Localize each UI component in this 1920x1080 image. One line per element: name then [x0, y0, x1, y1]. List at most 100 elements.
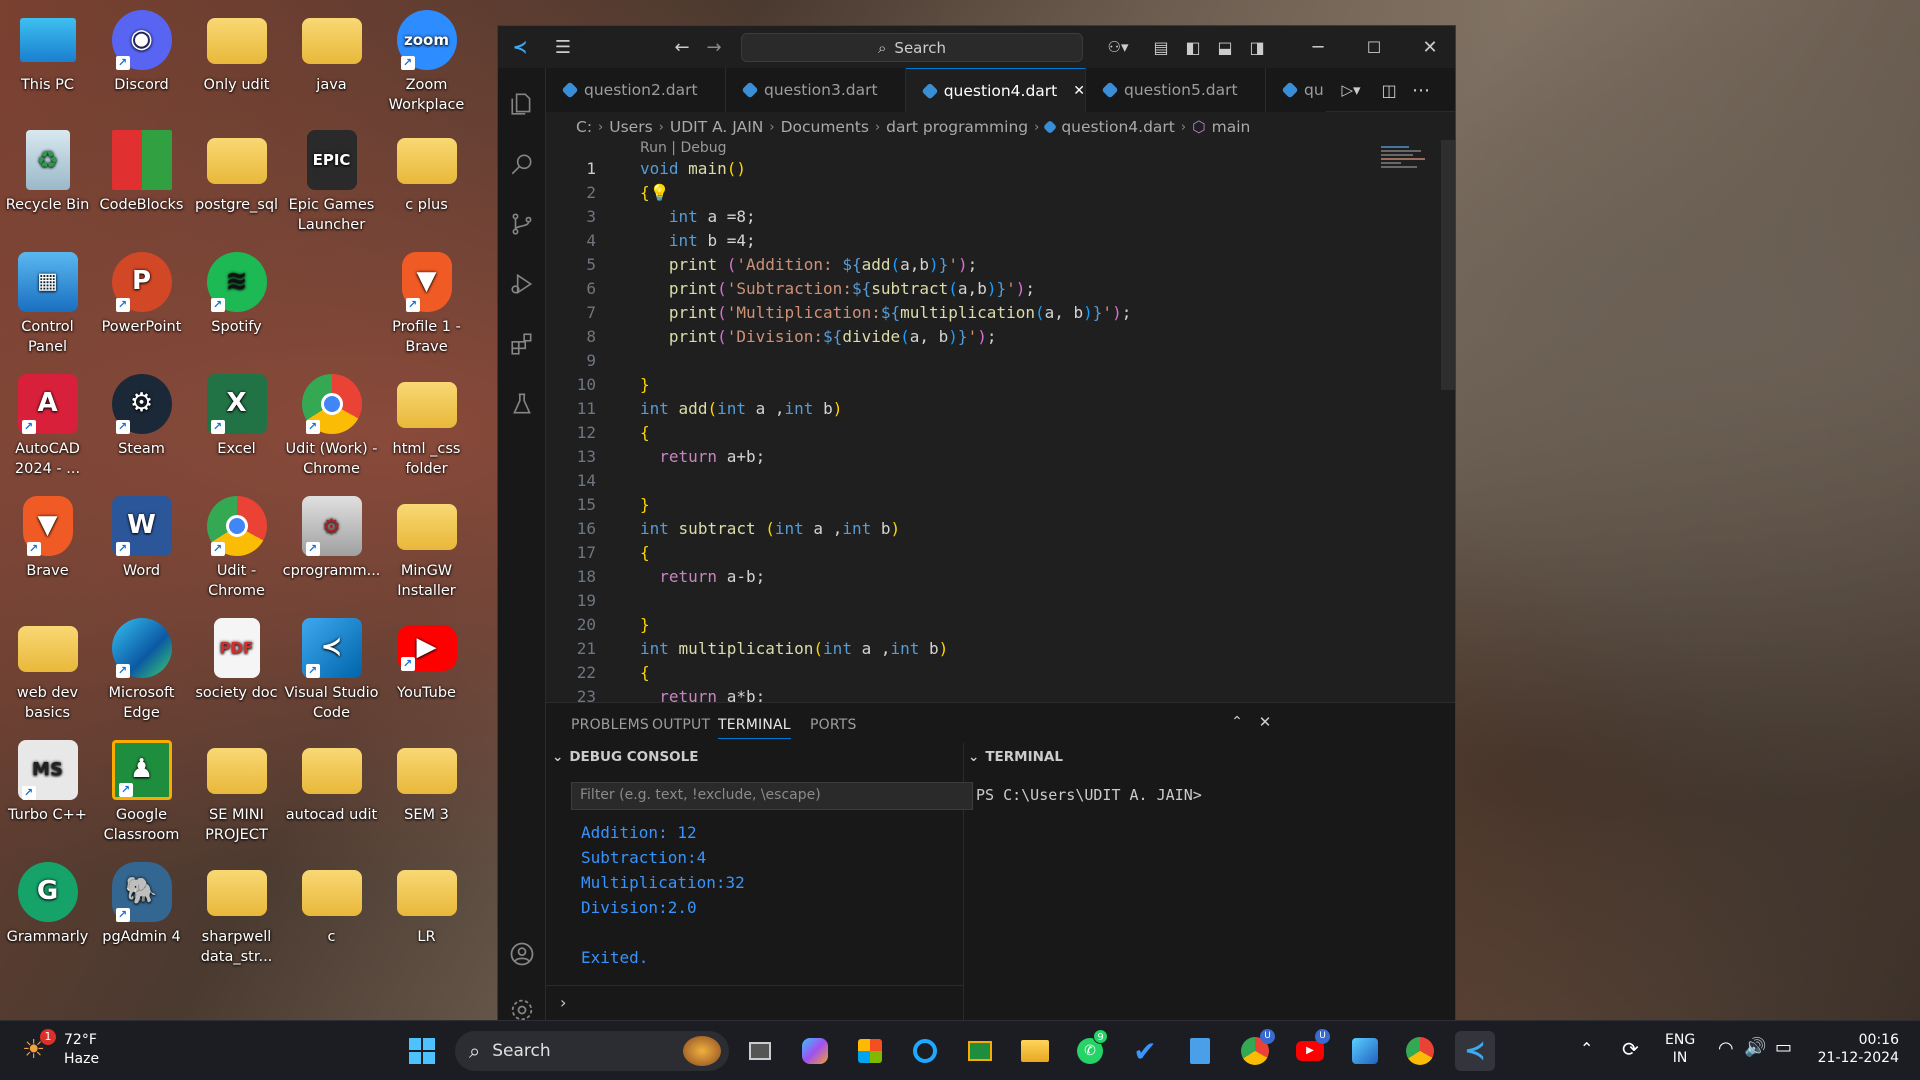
breadcrumb-item[interactable]: question4.dart	[1061, 118, 1175, 136]
weather-text[interactable]: 72°F Haze	[64, 1031, 99, 1069]
vscode-taskbar-icon[interactable]: ≺	[1455, 1031, 1495, 1071]
forward-arrow-icon[interactable]: →	[700, 34, 728, 60]
desktop-icon-mingw[interactable]: ⚙ ↗ cprogramm...	[283, 496, 380, 582]
chrome-taskbar-icon[interactable]: U	[1235, 1029, 1275, 1071]
tab-ports[interactable]: PORTS	[810, 717, 857, 733]
language-indicator[interactable]: ENG IN	[1665, 1031, 1695, 1067]
desktop-icon-epic-games[interactable]: EPIC Epic Games Launcher	[284, 130, 379, 235]
desktop-icon-brave[interactable]: ▼ ↗ Brave	[0, 496, 95, 582]
sync-icon[interactable]: ⟳	[1622, 1036, 1639, 1062]
command-search-box[interactable]: ⌕ Search	[741, 33, 1083, 62]
close-tab-icon[interactable]: ✕	[1073, 83, 1085, 99]
desktop-icon-cprogramming[interactable]: web dev basics web dev basics cprogramm.…	[379, 496, 474, 601]
extensions-icon[interactable]	[498, 320, 546, 368]
run-dropdown-icon[interactable]: ▷▾	[1331, 77, 1371, 103]
desktop-icon-youtube[interactable]: ▶ ↗ YouTube	[379, 618, 474, 704]
breadcrumb-item[interactable]: Users	[609, 118, 652, 136]
desktop-icon-c-plus[interactable]: c plus	[379, 130, 474, 216]
back-arrow-icon[interactable]: ←	[668, 34, 696, 60]
tab-question2[interactable]: question2.dart	[546, 68, 726, 112]
tab-question5[interactable]: question5.dart	[1086, 68, 1266, 112]
desktop-icon-google-classroom[interactable]: ♟ ↗ Google Classroom	[94, 740, 189, 845]
desktop-icon-web-dev-basics[interactable]: web dev basics	[0, 618, 95, 723]
terminal-header[interactable]: ⌄ TERMINAL	[968, 743, 1063, 771]
clock[interactable]: 00:16 21-12-2024	[1815, 1031, 1899, 1067]
desktop-icon-sem-3[interactable]: SEM 3	[379, 740, 474, 826]
desktop-icon-spotify[interactable]: ≋ ↗ Spotify	[189, 252, 284, 338]
desktop-icon-sharpwell[interactable]: sharpwell data_str...	[189, 862, 284, 967]
breadcrumb-item[interactable]: main	[1212, 118, 1251, 136]
desktop-icon-java[interactable]: java	[284, 10, 379, 96]
desktop-icon-c[interactable]: c	[284, 862, 379, 948]
desktop-icon-udit-chrome[interactable]: ↗ Udit - Chrome	[189, 496, 284, 601]
desktop-icon-udit-work-chrome[interactable]: ↗ Udit (Work) - Chrome	[284, 374, 379, 479]
close-window-icon[interactable]: ✕	[1410, 34, 1450, 60]
debug-console-filter-input[interactable]: Filter (e.g. text, !exclude, \escape)	[571, 782, 973, 810]
breadcrumb-item[interactable]: UDIT A. JAIN	[670, 118, 764, 136]
youtube-taskbar-icon[interactable]: ▶ U	[1290, 1029, 1330, 1071]
desktop-icon-autocad-udit[interactable]: autocad udit	[284, 740, 379, 826]
source-control-icon[interactable]	[498, 200, 546, 248]
desktop-icon-vscode[interactable]: ≺ ↗ Visual Studio Code	[284, 618, 379, 723]
desktop-icon-society-doc[interactable]: PDF society doc	[189, 618, 284, 704]
taskbar-search[interactable]: ⌕ Search	[455, 1031, 729, 1071]
more-actions-icon[interactable]: ⋯	[1408, 77, 1434, 103]
tab-problems[interactable]: PROBLEMS	[571, 717, 649, 733]
classroom-taskbar-icon[interactable]	[960, 1031, 1000, 1071]
explorer-icon[interactable]	[498, 80, 546, 128]
hamburger-menu-icon[interactable]: ☰	[548, 34, 578, 60]
breadcrumb-item[interactable]: Documents	[781, 118, 869, 136]
run-debug-icon[interactable]	[498, 260, 546, 308]
desktop-icon-edge[interactable]: ↗ Microsoft Edge	[94, 618, 189, 723]
desktop-icon-powerpoint[interactable]: P ↗ PowerPoint	[94, 252, 189, 338]
tab-output[interactable]: OUTPUT	[652, 717, 710, 733]
desktop-icon-recycle-bin[interactable]: ♻ Recycle Bin	[0, 130, 95, 216]
customize-layout-icon[interactable]: ▤	[1148, 34, 1174, 60]
codelens-run-debug[interactable]: Run | Debug	[640, 140, 727, 156]
maximize-icon[interactable]: ☐	[1354, 34, 1394, 60]
desktop-icon-profile-brave[interactable]: ▼ ↗ Profile 1 - Brave	[379, 252, 474, 357]
desktop-icon-lr[interactable]: LR	[379, 862, 474, 948]
microsoft-store-icon[interactable]	[850, 1031, 890, 1071]
tab-question3[interactable]: question3.dart	[726, 68, 906, 112]
copilot-taskbar-icon[interactable]	[795, 1031, 835, 1071]
copilot-icon[interactable]: ⚇▾	[1098, 34, 1138, 60]
desktop-icon-codeblocks[interactable]: CodeBlocks	[94, 130, 189, 216]
desktop-icon-only-udit[interactable]: Only udit	[189, 10, 284, 96]
desktop-icon-word[interactable]: W ↗ Word	[94, 496, 189, 582]
toggle-secondary-sidebar-icon[interactable]: ◨	[1244, 34, 1270, 60]
weather-widget[interactable]: ☀ 1	[22, 1029, 56, 1065]
wifi-icon[interactable]: ◠	[1718, 1037, 1734, 1060]
battery-icon[interactable]: ▭	[1775, 1036, 1792, 1059]
desktop-icon-autocad[interactable]: A ↗ AutoCAD 2024 - ...	[0, 374, 95, 479]
desktop-icon-grammarly[interactable]: G Grammarly	[0, 862, 95, 948]
account-icon[interactable]	[498, 930, 546, 978]
desktop-icon-steam[interactable]: ⚙ ↗ Steam	[94, 374, 189, 460]
desktop-icon-pgadmin[interactable]: 🐘 ↗ pgAdmin 4	[94, 862, 189, 948]
split-editor-icon[interactable]: ◫	[1376, 77, 1402, 103]
desktop-icon-turbo-cpp[interactable]: MS ↗ Turbo C++	[0, 740, 95, 826]
file-explorer-icon[interactable]	[1015, 1031, 1055, 1071]
minimize-icon[interactable]: ─	[1298, 34, 1338, 60]
todo-check-icon[interactable]: ✔	[1125, 1031, 1165, 1071]
photos-icon[interactable]	[1345, 1031, 1385, 1071]
desktop-icon-zoom[interactable]: zoom ↗ Zoom Workplace	[379, 10, 474, 115]
breadcrumb-item[interactable]: dart programming	[886, 118, 1028, 136]
desktop-icon-html-css[interactable]: html _css folder	[379, 374, 474, 479]
testing-flask-icon[interactable]	[498, 380, 546, 428]
volume-icon[interactable]: 🔊	[1744, 1036, 1766, 1059]
terminal-prompt[interactable]: PS C:\Users\UDIT A. JAIN>	[976, 786, 1202, 804]
toggle-sidebar-icon[interactable]: ◧	[1180, 34, 1206, 60]
debug-console-header[interactable]: ⌄ DEBUG CONSOLE	[552, 743, 698, 771]
desktop-icon-control-panel[interactable]: ▦ Control Panel	[0, 252, 95, 357]
show-hidden-icons-chevron-icon[interactable]: ⌃	[1580, 1039, 1593, 1060]
desktop-icon-this-pc[interactable]: This PC	[0, 10, 95, 96]
start-button[interactable]	[402, 1031, 442, 1071]
maximize-panel-icon[interactable]: ⌃	[1224, 709, 1250, 735]
close-panel-icon[interactable]: ✕	[1252, 709, 1278, 735]
cortana-ring-icon[interactable]	[905, 1031, 945, 1071]
desktop-icon-discord[interactable]: ◉ ↗ Discord	[94, 10, 189, 96]
toggle-panel-icon[interactable]: ⬓	[1212, 34, 1238, 60]
console-prompt-chevron-icon[interactable]: ›	[560, 993, 566, 1012]
chrome-profile-taskbar-icon[interactable]	[1400, 1031, 1440, 1071]
